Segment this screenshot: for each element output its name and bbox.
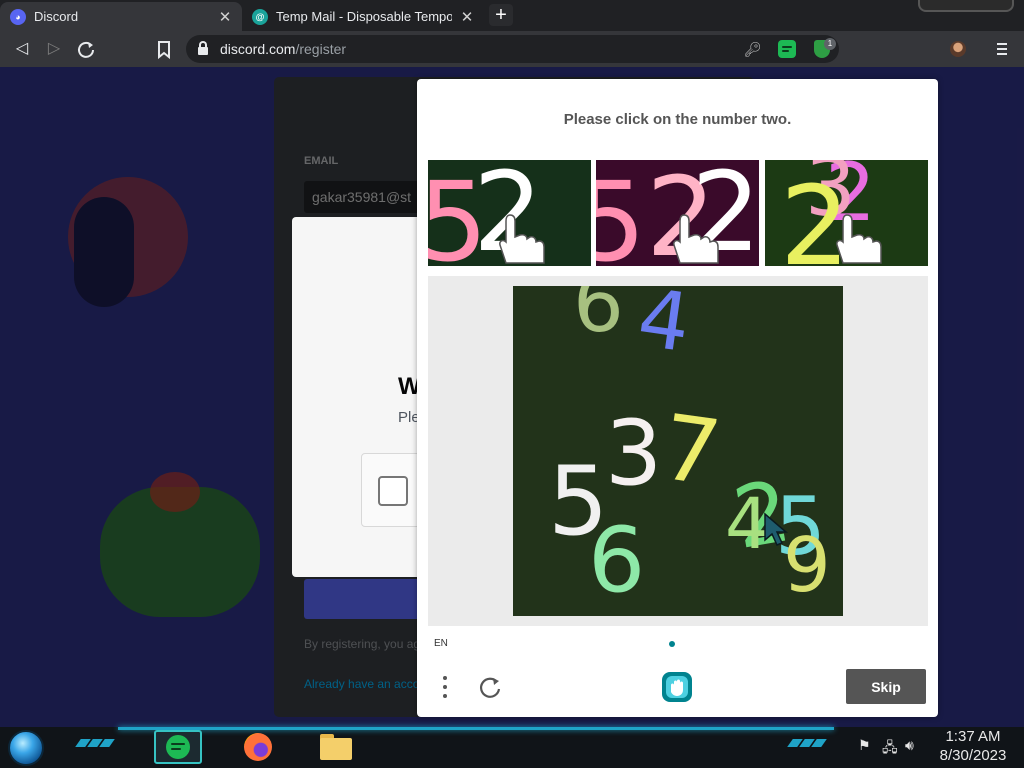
address-bar[interactable]: discord.com/register 🔑︎ 1 — [186, 35, 839, 63]
close-tab-icon[interactable]: ✕ — [218, 8, 232, 26]
url-path: /register — [295, 41, 347, 57]
reload-icon[interactable] — [74, 37, 98, 61]
tab-title: Temp Mail - Disposable Temporary — [276, 9, 452, 24]
skip-button[interactable]: Skip — [846, 669, 926, 704]
digit-3: 3 — [605, 401, 662, 506]
taskbar-spotify-button[interactable] — [154, 730, 202, 764]
os-taskbar: ⚑ 🖧︎ 🔊︎ 1:37 AM 8/30/2023 — [0, 727, 1024, 768]
digit-6-top: 6 — [573, 286, 624, 350]
browser-tab-bar: ◕ Discord ✕ @ Temp Mail - Disposable Tem… — [0, 0, 1024, 31]
new-tab-button[interactable]: + — [489, 4, 513, 26]
taskbar-accent-line — [118, 727, 834, 730]
url-domain: discord.com — [220, 41, 296, 57]
more-options-icon[interactable] — [439, 673, 451, 701]
bookmark-icon[interactable] — [152, 37, 176, 61]
digit-6-bottom: 6 — [588, 508, 645, 613]
extension-badge: 1 — [824, 38, 836, 50]
back-icon[interactable]: ◁ — [10, 37, 34, 61]
challenge-page-indicator — [669, 641, 675, 647]
screen: ◕ Discord ✕ @ Temp Mail - Disposable Tem… — [0, 0, 1024, 768]
captcha-checkbox[interactable] — [378, 476, 408, 506]
url-text[interactable]: discord.com/register — [220, 41, 346, 57]
clock-time: 1:37 AM — [945, 728, 1001, 745]
captcha-prompt: Please click on the number two. — [563, 111, 792, 128]
language-selector[interactable]: EN — [434, 638, 448, 649]
browser-toolbar: ◁ ▷ discord.com/register 🔑︎ 1 — [0, 31, 1024, 67]
system-clock[interactable]: 1:37 AM 8/30/2023 — [928, 727, 1018, 765]
discord-favicon-icon: ◕ — [10, 8, 26, 25]
digit-9: 9 — [783, 521, 831, 609]
example-image-1: 5 2 — [428, 160, 591, 266]
tab-discord[interactable]: ◕ Discord ✕ — [0, 2, 242, 31]
spotify-icon — [166, 735, 190, 759]
captcha-task-area: 6 4 3 7 5 6 2 4 5 9 — [428, 276, 928, 626]
captcha-challenge: Please click on the number two. 5 2 5 2 … — [417, 79, 938, 717]
key-icon[interactable]: 🔑︎ — [744, 41, 762, 58]
example-digit: 5 — [596, 160, 646, 266]
firefox-icon — [244, 733, 272, 761]
hcaptcha-logo-icon[interactable] — [660, 670, 694, 704]
refresh-challenge-icon[interactable] — [477, 673, 503, 701]
taskbar-chevrons-right-icon — [787, 739, 827, 749]
clock-date: 8/30/2023 — [939, 747, 1007, 764]
start-menu-orb-icon[interactable] — [8, 730, 44, 766]
example-image-2: 5 2 2 — [596, 160, 759, 266]
network-icon[interactable]: 🖧︎ — [882, 737, 898, 761]
profile-avatar[interactable] — [950, 41, 966, 57]
window-frame-ornament — [918, 0, 1014, 12]
digit-4-right: 4 — [725, 483, 770, 565]
forward-icon[interactable]: ▷ — [42, 37, 66, 61]
lock-icon[interactable] — [198, 41, 208, 55]
browser-menu-icon[interactable] — [994, 37, 1010, 61]
tab-title: Discord — [34, 9, 79, 24]
example-image-3: 2 3 2 — [765, 160, 928, 266]
tab-temp-mail[interactable]: @ Temp Mail - Disposable Temporary ✕ — [242, 2, 484, 31]
close-tab-icon[interactable]: ✕ — [460, 8, 474, 26]
extension-spotify-icon[interactable] — [778, 40, 796, 58]
folder-icon — [320, 734, 352, 760]
temp-mail-favicon-icon: @ — [252, 8, 268, 25]
captcha-main-image[interactable]: 6 4 3 7 5 6 2 4 5 9 — [513, 286, 843, 616]
taskbar-firefox-button[interactable] — [234, 730, 282, 764]
taskbar-chevrons-left-icon — [75, 739, 115, 749]
action-center-flag-icon[interactable]: ⚑ — [858, 737, 871, 754]
taskbar-file-explorer-button[interactable] — [312, 730, 360, 764]
volume-icon[interactable]: 🔊︎ — [905, 737, 914, 754]
